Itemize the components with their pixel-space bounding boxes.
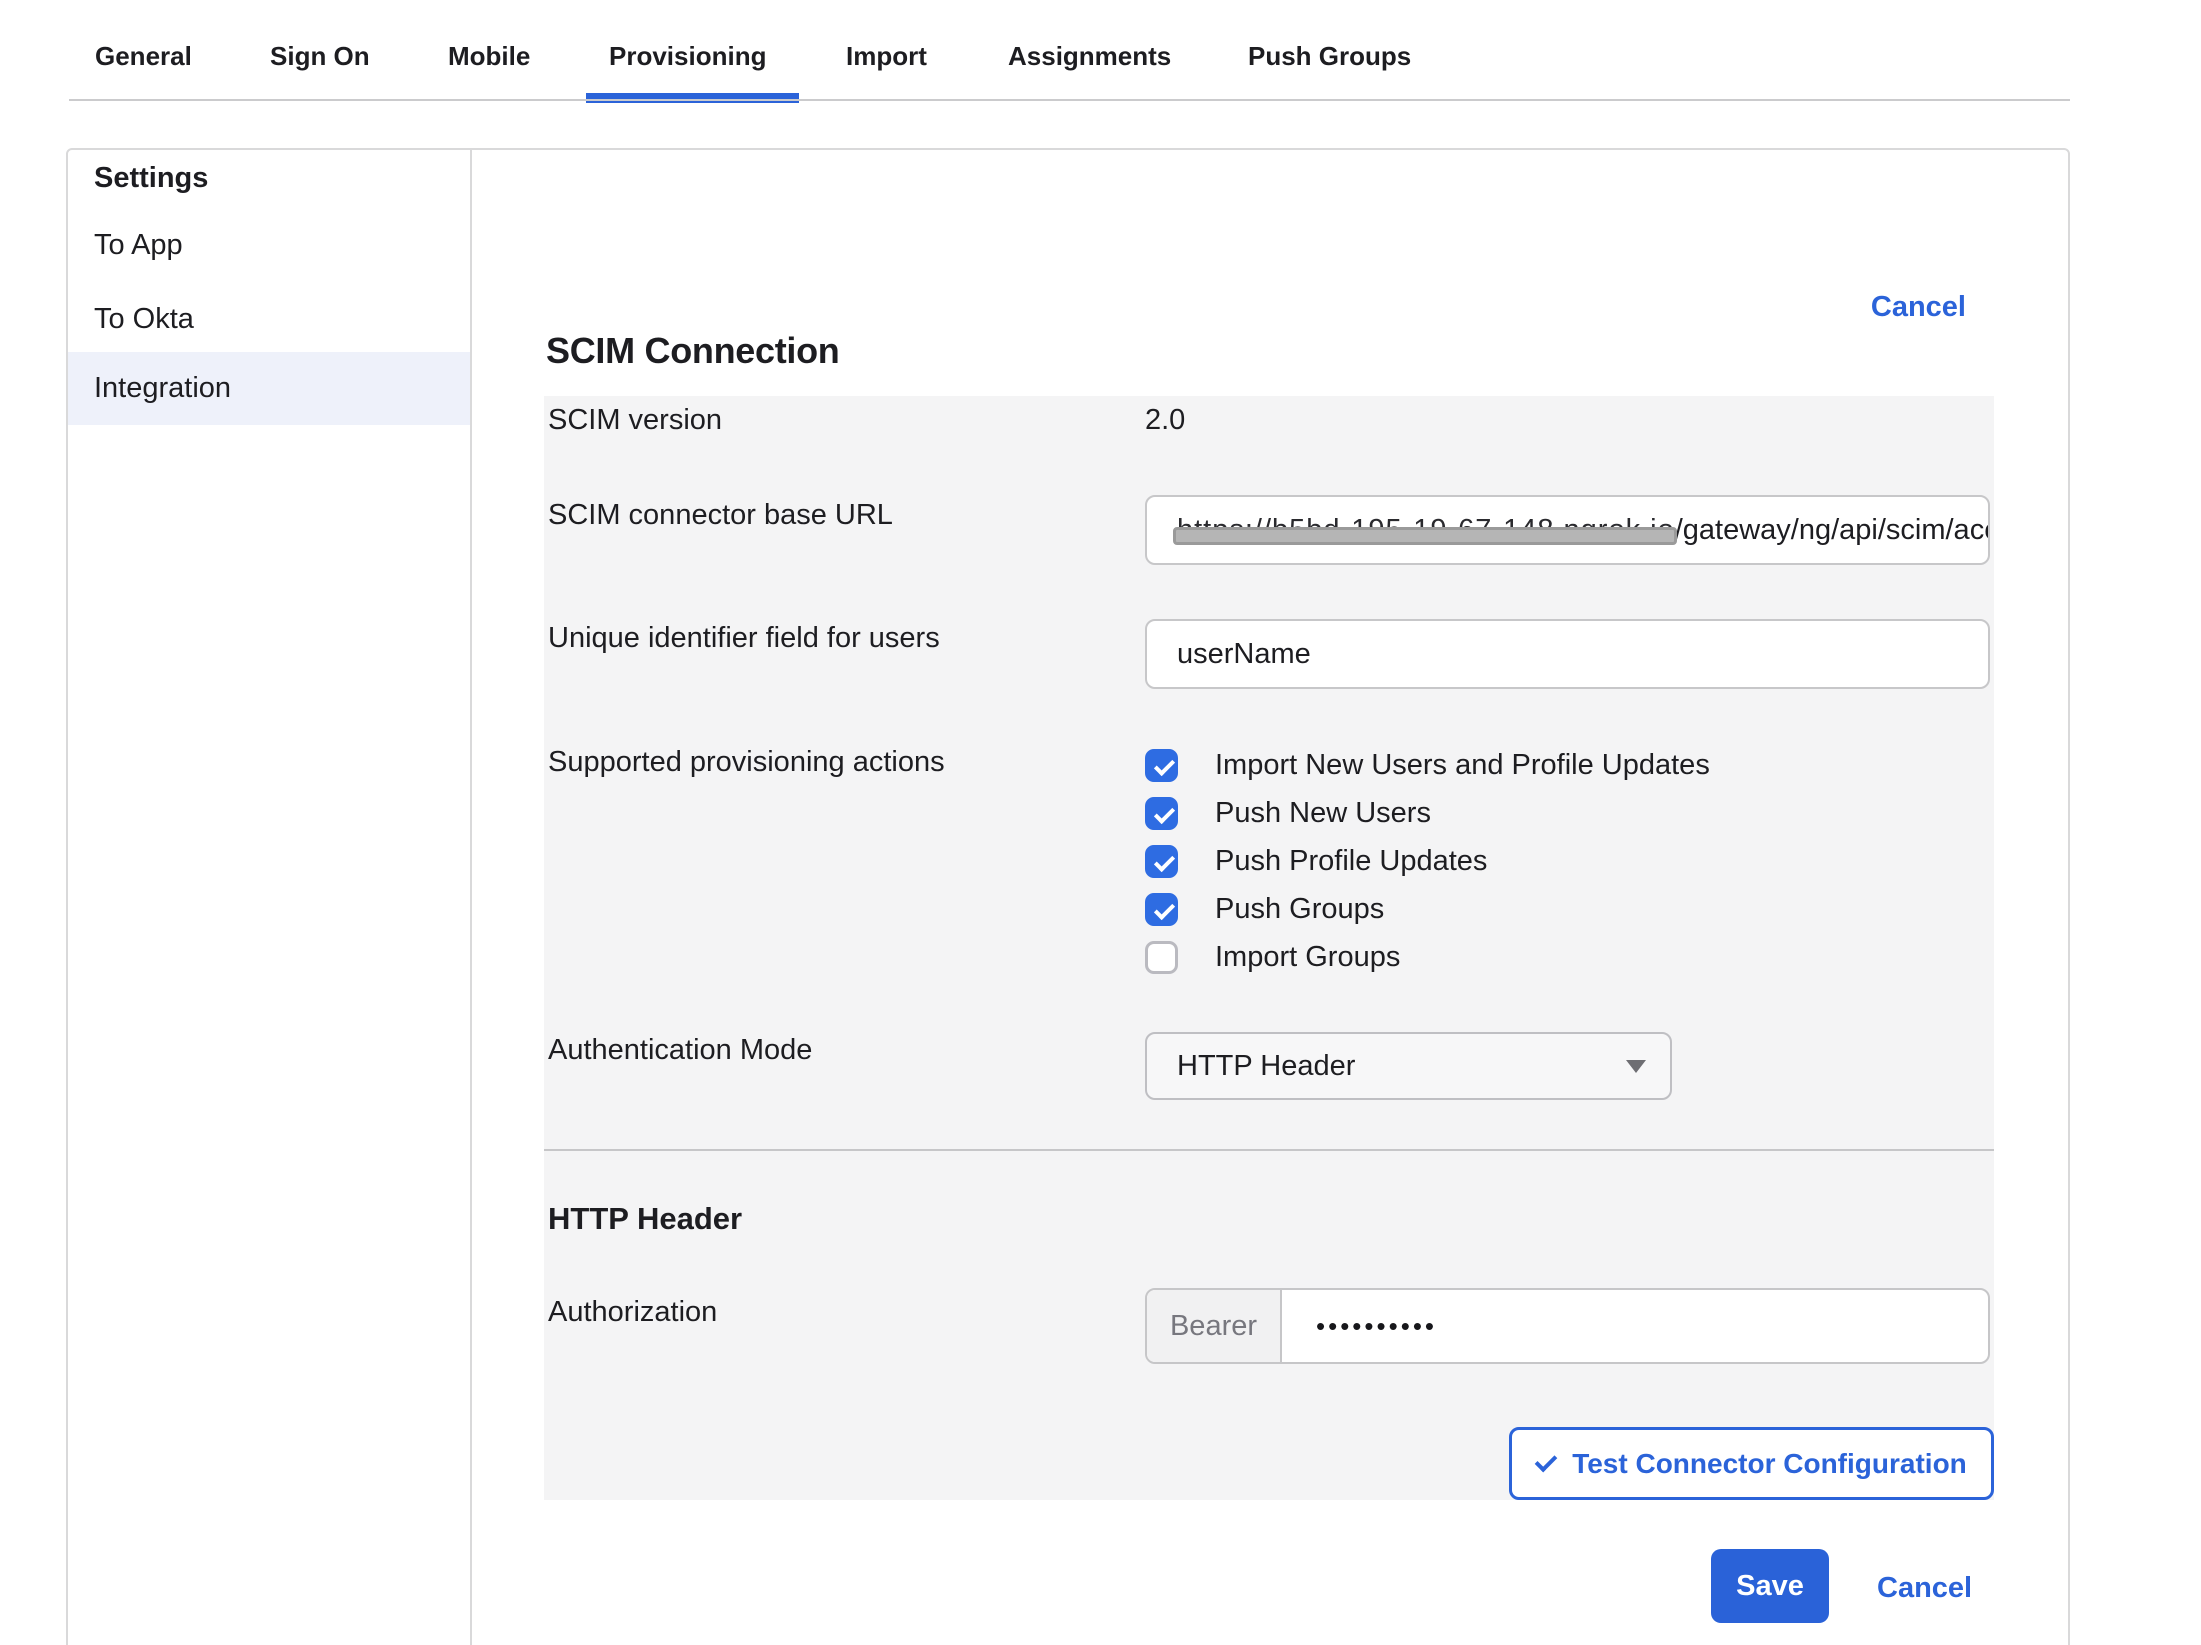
- settings-card: Settings To App To Okta Integration SCIM…: [66, 148, 2070, 1645]
- base-url-input[interactable]: https://b5bd-195-19-67-148.ngrok.io/gate…: [1145, 495, 1990, 565]
- auth-mode-select[interactable]: HTTP Header: [1145, 1032, 1672, 1100]
- checkbox-icon: [1145, 941, 1178, 974]
- sidebar-item-to-okta[interactable]: To Okta: [94, 301, 194, 337]
- section-divider: [544, 1149, 1994, 1151]
- cancel-link-bottom[interactable]: Cancel: [1877, 1570, 1972, 1606]
- page-title: SCIM Connection: [546, 327, 840, 375]
- tab-assignments[interactable]: Assignments: [1008, 38, 1171, 74]
- checkbox-import-groups[interactable]: Import Groups: [1145, 933, 1400, 981]
- checkbox-label: Push Groups: [1215, 891, 1384, 927]
- tab-bar-divider: [69, 99, 2070, 101]
- authorization-input-group: Bearer ••••••••••: [1145, 1288, 1990, 1364]
- tab-sign-on[interactable]: Sign On: [270, 38, 370, 74]
- scim-version-value: 2.0: [1145, 402, 1185, 438]
- bearer-prefix: Bearer: [1147, 1290, 1282, 1362]
- checkbox-icon: [1145, 893, 1178, 926]
- tab-import[interactable]: Import: [846, 38, 927, 74]
- tab-push-groups[interactable]: Push Groups: [1248, 38, 1411, 74]
- provisioning-settings-page: General Sign On Mobile Provisioning Impo…: [0, 0, 2201, 1645]
- checkbox-label: Push New Users: [1215, 795, 1431, 831]
- unique-identifier-label: Unique identifier field for users: [548, 620, 940, 656]
- save-button[interactable]: Save: [1711, 1549, 1829, 1623]
- check-icon: [1535, 1449, 1558, 1472]
- checkbox-icon: [1145, 797, 1178, 830]
- scim-connection-form: SCIM version 2.0 SCIM connector base URL…: [544, 396, 1994, 1500]
- auth-mode-label: Authentication Mode: [548, 1032, 812, 1068]
- checkbox-label: Push Profile Updates: [1215, 843, 1487, 879]
- tab-provisioning[interactable]: Provisioning: [609, 38, 766, 74]
- sidebar-title: Settings: [94, 160, 208, 196]
- caret-down-icon: [1626, 1060, 1646, 1073]
- sidebar: Settings To App To Okta Integration: [68, 150, 472, 1645]
- provisioning-actions-label: Supported provisioning actions: [548, 744, 945, 780]
- sidebar-item-integration[interactable]: Integration: [68, 352, 470, 425]
- checkbox-icon: [1145, 845, 1178, 878]
- unique-identifier-input[interactable]: userName: [1145, 619, 1990, 689]
- test-connector-configuration-button[interactable]: Test Connector Configuration: [1509, 1427, 1994, 1500]
- checkbox-label: Import New Users and Profile Updates: [1215, 747, 1710, 783]
- checkbox-push-profile-updates[interactable]: Push Profile Updates: [1145, 837, 1487, 885]
- checkbox-import-new-users[interactable]: Import New Users and Profile Updates: [1145, 741, 1710, 789]
- tab-general[interactable]: General: [95, 38, 192, 74]
- checkbox-push-new-users[interactable]: Push New Users: [1145, 789, 1431, 837]
- http-header-section-title: HTTP Header: [548, 1199, 742, 1239]
- auth-mode-selected-value: HTTP Header: [1177, 1050, 1626, 1083]
- tab-bar: General Sign On Mobile Provisioning Impo…: [0, 0, 2201, 104]
- checkbox-icon: [1145, 749, 1178, 782]
- tab-mobile[interactable]: Mobile: [448, 38, 530, 74]
- base-url-redacted-text: https://b5bd-195-19-67-148.ngrok.io: [1177, 514, 1675, 547]
- sidebar-item-label: Integration: [94, 352, 470, 425]
- test-connector-label: Test Connector Configuration: [1572, 1448, 1967, 1480]
- checkbox-push-groups[interactable]: Push Groups: [1145, 885, 1384, 933]
- authorization-label: Authorization: [548, 1294, 717, 1330]
- checkbox-label: Import Groups: [1215, 939, 1400, 975]
- base-url-visible-text: /gateway/ng/api/scim/acc: [1675, 514, 1990, 547]
- cancel-link-top[interactable]: Cancel: [1871, 289, 1966, 325]
- base-url-label: SCIM connector base URL: [548, 497, 893, 533]
- unique-identifier-value: userName: [1177, 638, 1311, 671]
- sidebar-item-to-app[interactable]: To App: [94, 227, 183, 263]
- authorization-token-input[interactable]: ••••••••••: [1282, 1290, 1988, 1362]
- scim-version-label: SCIM version: [548, 402, 722, 438]
- active-tab-underline: [586, 93, 799, 103]
